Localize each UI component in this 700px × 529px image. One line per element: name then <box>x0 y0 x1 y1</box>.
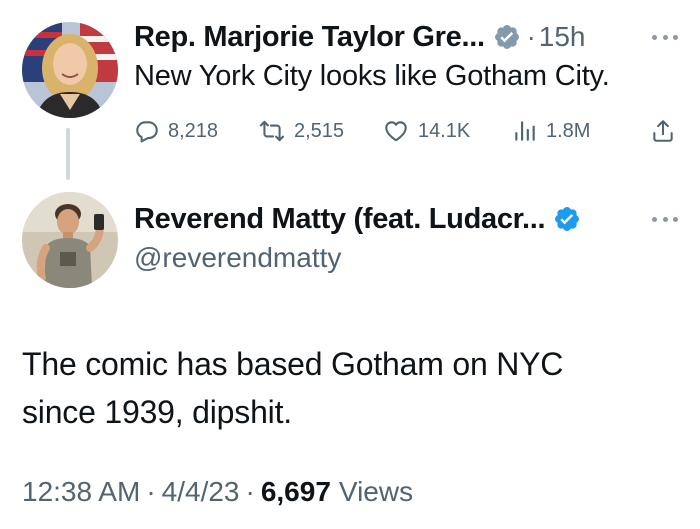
reply-icon <box>134 118 160 144</box>
reply-handle[interactable]: @reverendmatty <box>134 242 341 274</box>
avatar-marjorie-image <box>22 22 118 118</box>
verified-badge-icon <box>553 205 581 233</box>
reply-date[interactable]: 4/4/23 <box>162 476 240 508</box>
parent-tweet-text: New York City looks like Gotham City. <box>134 60 610 92</box>
avatar-marjorie[interactable] <box>22 22 118 118</box>
reply-time[interactable]: 12:38 AM <box>22 476 140 508</box>
reply-text-line: since 1939, dipshit. <box>22 394 292 430</box>
parent-time[interactable]: 15h <box>539 21 586 53</box>
retweet-icon <box>258 118 286 144</box>
verified-badge-icon <box>493 23 521 51</box>
meta-separator: · <box>146 476 156 507</box>
meta-separator: · <box>245 476 255 507</box>
avatar-reverend-matty[interactable] <box>22 192 118 288</box>
heart-icon <box>382 118 410 144</box>
share-icon <box>650 117 676 145</box>
reply-meta-row: 12:38 AM · 4/4/23 · 6,697 Views <box>22 476 413 508</box>
like-button[interactable]: 14.1K <box>382 114 470 148</box>
more-dots-icon[interactable] <box>652 214 678 224</box>
retweet-button[interactable]: 2,515 <box>258 114 344 148</box>
parent-action-bar: 8,218 2,515 14.1K 1.8M <box>134 114 674 148</box>
share-button[interactable] <box>650 114 676 148</box>
parent-tweet-header: Rep. Marjorie Taylor Gre... · 15h <box>134 18 585 56</box>
parent-display-name[interactable]: Rep. Marjorie Taylor Gre... <box>134 21 485 54</box>
views-count: 1.8M <box>546 119 591 142</box>
views-button[interactable]: 1.8M <box>512 114 590 148</box>
reply-button[interactable]: 8,218 <box>134 114 218 148</box>
retweet-count: 2,515 <box>294 119 345 142</box>
more-dots-icon[interactable] <box>652 32 678 42</box>
reply-tweet-header: Reverend Matty (feat. Ludacr... <box>134 200 581 238</box>
reply-text-line: The comic has based Gotham on NYC <box>22 346 564 382</box>
views-bar-chart-icon <box>512 118 538 144</box>
reply-tweet-text: The comic has based Gotham on NYC since … <box>22 340 682 436</box>
like-count: 14.1K <box>418 119 471 142</box>
time-separator: · <box>526 21 536 52</box>
avatar-reverend-matty-image <box>22 192 118 288</box>
reply-views-label: Views <box>338 476 414 507</box>
reply-count: 8,218 <box>168 119 219 142</box>
reply-views-count[interactable]: 6,697 <box>261 476 331 508</box>
reply-display-name[interactable]: Reverend Matty (feat. Ludacr... <box>134 203 546 236</box>
thread-connector-line <box>66 128 70 180</box>
